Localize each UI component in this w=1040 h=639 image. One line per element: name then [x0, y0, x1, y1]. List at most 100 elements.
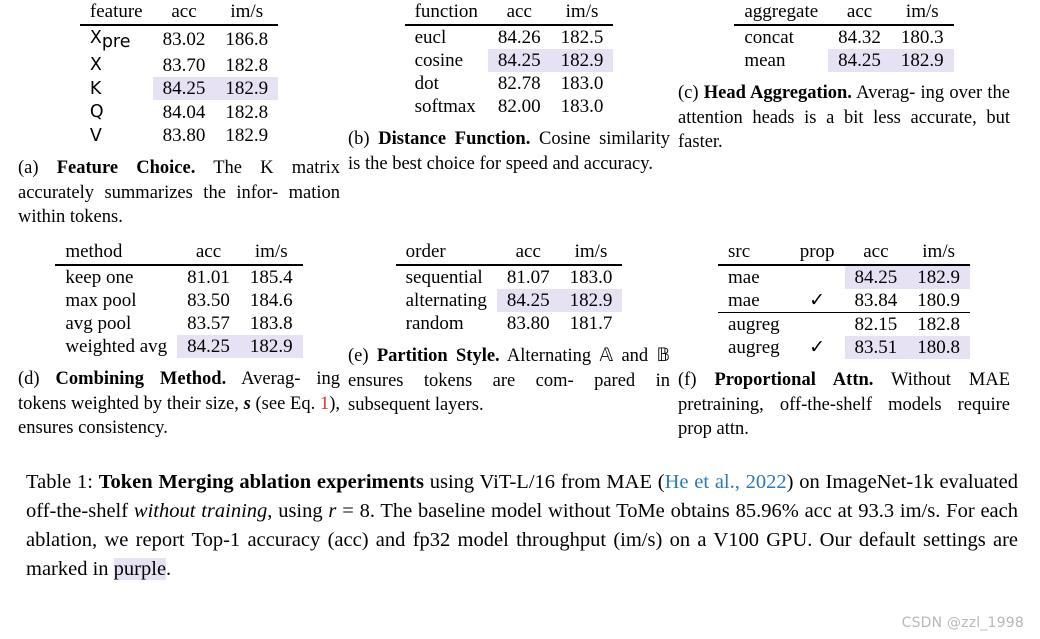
- col-header-method: method: [65, 241, 123, 263]
- cell-acc: 83.80: [506, 313, 550, 335]
- subtable-f: src prop acc im/s mae 84.25 182.9 mae ✓ …: [674, 240, 1014, 442]
- cell-acc: 81.01: [187, 267, 230, 289]
- caption-line1: Averag-: [851, 83, 916, 103]
- symbol-set-b: 𝔹: [656, 345, 670, 367]
- cell-acc: 81.07: [506, 267, 550, 289]
- caption-tag: (d): [18, 369, 56, 390]
- table-row: mae ✓ 83.84 180.9: [718, 289, 970, 313]
- caption-e: (e) Partition Style. Alternating 𝔸 and 𝔹…: [348, 344, 670, 418]
- table-main-caption: Table 1: Token Merging ablation experime…: [0, 468, 1040, 584]
- caption-a: (a) Feature Choice. The K matrix accurat…: [18, 156, 340, 230]
- table-row: eucl 84.26 182.5: [405, 25, 614, 49]
- citation-link[interactable]: He et al., 2022: [665, 471, 787, 493]
- caption-title: Partition Style.: [376, 346, 500, 367]
- cell-ims: 182.9: [550, 49, 614, 72]
- table-head: aggregate acc im/s: [734, 0, 954, 25]
- cell-prop: [790, 265, 845, 289]
- cell-aggregate: concat: [744, 27, 794, 48]
- table-row: V 83.80 182.9: [80, 124, 278, 147]
- col-header-ims: im/s: [905, 1, 939, 22]
- col-header-aggregate: aggregate: [744, 1, 819, 22]
- cell-ims: 182.9: [890, 49, 954, 72]
- cell-function: eucl: [414, 27, 447, 48]
- caption-bold-lead: Token Merging ablation experiments: [98, 470, 424, 493]
- cell-ims: 185.4: [249, 267, 293, 289]
- watermark-text: CSDN @zzl_1998: [901, 615, 1024, 631]
- col-header-prop: prop: [799, 241, 835, 263]
- subtable-d: method acc im/s keep one 81.01 185.4 max…: [14, 240, 344, 442]
- col-header-ims: im/s: [922, 241, 955, 263]
- cell-acc: 84.25: [487, 49, 551, 72]
- table-row: alternating 84.25 182.9: [396, 289, 623, 313]
- cell-ims: 186.8: [225, 29, 269, 51]
- cell-ims: 183.0: [569, 267, 613, 289]
- caption-b: (b) Distance Function. Cosine similarity…: [348, 127, 670, 176]
- table-combining-method: method acc im/s keep one 81.01 185.4 max…: [55, 240, 303, 359]
- caption-tag: (c): [678, 83, 704, 103]
- cell-order: random: [405, 313, 464, 335]
- cell-ims: 182.9: [225, 125, 269, 147]
- table-body: Xpre 83.02 186.8 X 83.70 182.8 K 84.25 1…: [80, 25, 279, 147]
- caption-italic-without-training: without training: [133, 499, 268, 522]
- cell-ims: 184.6: [249, 290, 293, 312]
- header-row: order acc im/s: [395, 240, 623, 266]
- col-header-acc: acc: [171, 1, 197, 22]
- subtable-b: function acc im/s eucl 84.26 182.5 cosin…: [344, 0, 674, 230]
- cell-prop: [790, 313, 845, 337]
- col-header-ims: im/s: [565, 1, 599, 22]
- table-row: keep one 81.01 185.4: [55, 265, 302, 289]
- table-body: sequential 81.07 183.0 alternating 84.25…: [396, 265, 623, 335]
- caption-line1: The K matrix: [195, 158, 340, 179]
- cell-acc: 84.25: [177, 335, 240, 359]
- cell-ims: 182.9: [907, 265, 971, 290]
- cell-feature: K: [89, 78, 102, 99]
- caption-title: Head Aggregation.: [703, 83, 852, 103]
- cell-ims: 180.9: [917, 290, 961, 312]
- cell-src: mae: [727, 290, 760, 312]
- table-body: concat 84.32 180.3 mean 84.25 182.9: [734, 25, 954, 72]
- cell-acc: 83.02: [162, 29, 206, 51]
- math-equals: =: [336, 499, 360, 522]
- col-header-acc: acc: [846, 1, 873, 22]
- checkmark-icon: ✓: [809, 290, 826, 312]
- header-row: function acc im/s: [404, 0, 614, 25]
- cell-function: cosine: [414, 50, 464, 71]
- subtable-a: feature acc im/s Xpre 83.02 186.8 X 83.7…: [14, 0, 344, 230]
- caption-d: (d) Combining Method. Averag- ing tokens…: [18, 367, 340, 441]
- table-row: augreg 82.15 182.8: [717, 312, 971, 337]
- cell-acc: 83.84: [854, 290, 898, 312]
- cell-ims: 181.7: [569, 313, 613, 335]
- caption-title: Combining Method.: [55, 369, 227, 390]
- cell-function: softmax: [414, 96, 476, 117]
- caption-title: Proportional Attn.: [714, 370, 874, 391]
- ablation-grid-row-1: feature acc im/s Xpre 83.02 186.8 X 83.7…: [0, 0, 1040, 230]
- caption-line1: Averag-: [226, 369, 301, 390]
- table-body: keep one 81.01 185.4 max pool 83.50 184.…: [55, 265, 303, 359]
- table-row: avg pool 83.57 183.8: [55, 312, 302, 335]
- cell-acc: 84.26: [497, 27, 541, 48]
- cell-ims: 182.8: [225, 101, 269, 123]
- cell-method: max pool: [65, 290, 137, 312]
- cell-ims: 183.8: [249, 313, 293, 335]
- table-row: mae 84.25 182.9: [718, 265, 971, 290]
- caption-title: Distance Function.: [378, 129, 531, 149]
- table-feature-choice: feature acc im/s Xpre 83.02 186.8 X 83.7…: [79, 0, 279, 147]
- cell-acc: 84.25: [828, 49, 891, 72]
- table-distance-function: function acc im/s eucl 84.26 182.5 cosin…: [404, 0, 614, 118]
- table-proportional-attn: src prop acc im/s mae 84.25 182.9 mae ✓ …: [717, 240, 971, 360]
- table-head: src prop acc im/s: [717, 240, 971, 266]
- subtable-c: aggregate acc im/s concat 84.32 180.3 me…: [674, 0, 1014, 230]
- table-partition-style: order acc im/s sequential 81.07 183.0 al…: [395, 240, 623, 335]
- equation-reference-link[interactable]: 1: [320, 394, 329, 414]
- cell-acc: 82.15: [854, 314, 898, 336]
- table-row: dot 82.78 183.0: [405, 72, 614, 95]
- caption-f: (f) Proportional Attn. Without MAE pretr…: [678, 368, 1010, 442]
- cell-acc: 84.25: [844, 265, 908, 290]
- cell-feature: X: [89, 55, 102, 76]
- caption-line2-rest: ensures tokens are com-: [348, 370, 574, 391]
- caption-line1: Without: [873, 370, 951, 391]
- table-row: weighted avg 84.25 182.9: [55, 335, 303, 359]
- table-row: K 84.25 182.9: [80, 76, 279, 101]
- cell-ims: 182.5: [560, 27, 604, 48]
- caption-segment-3: , using: [267, 499, 329, 522]
